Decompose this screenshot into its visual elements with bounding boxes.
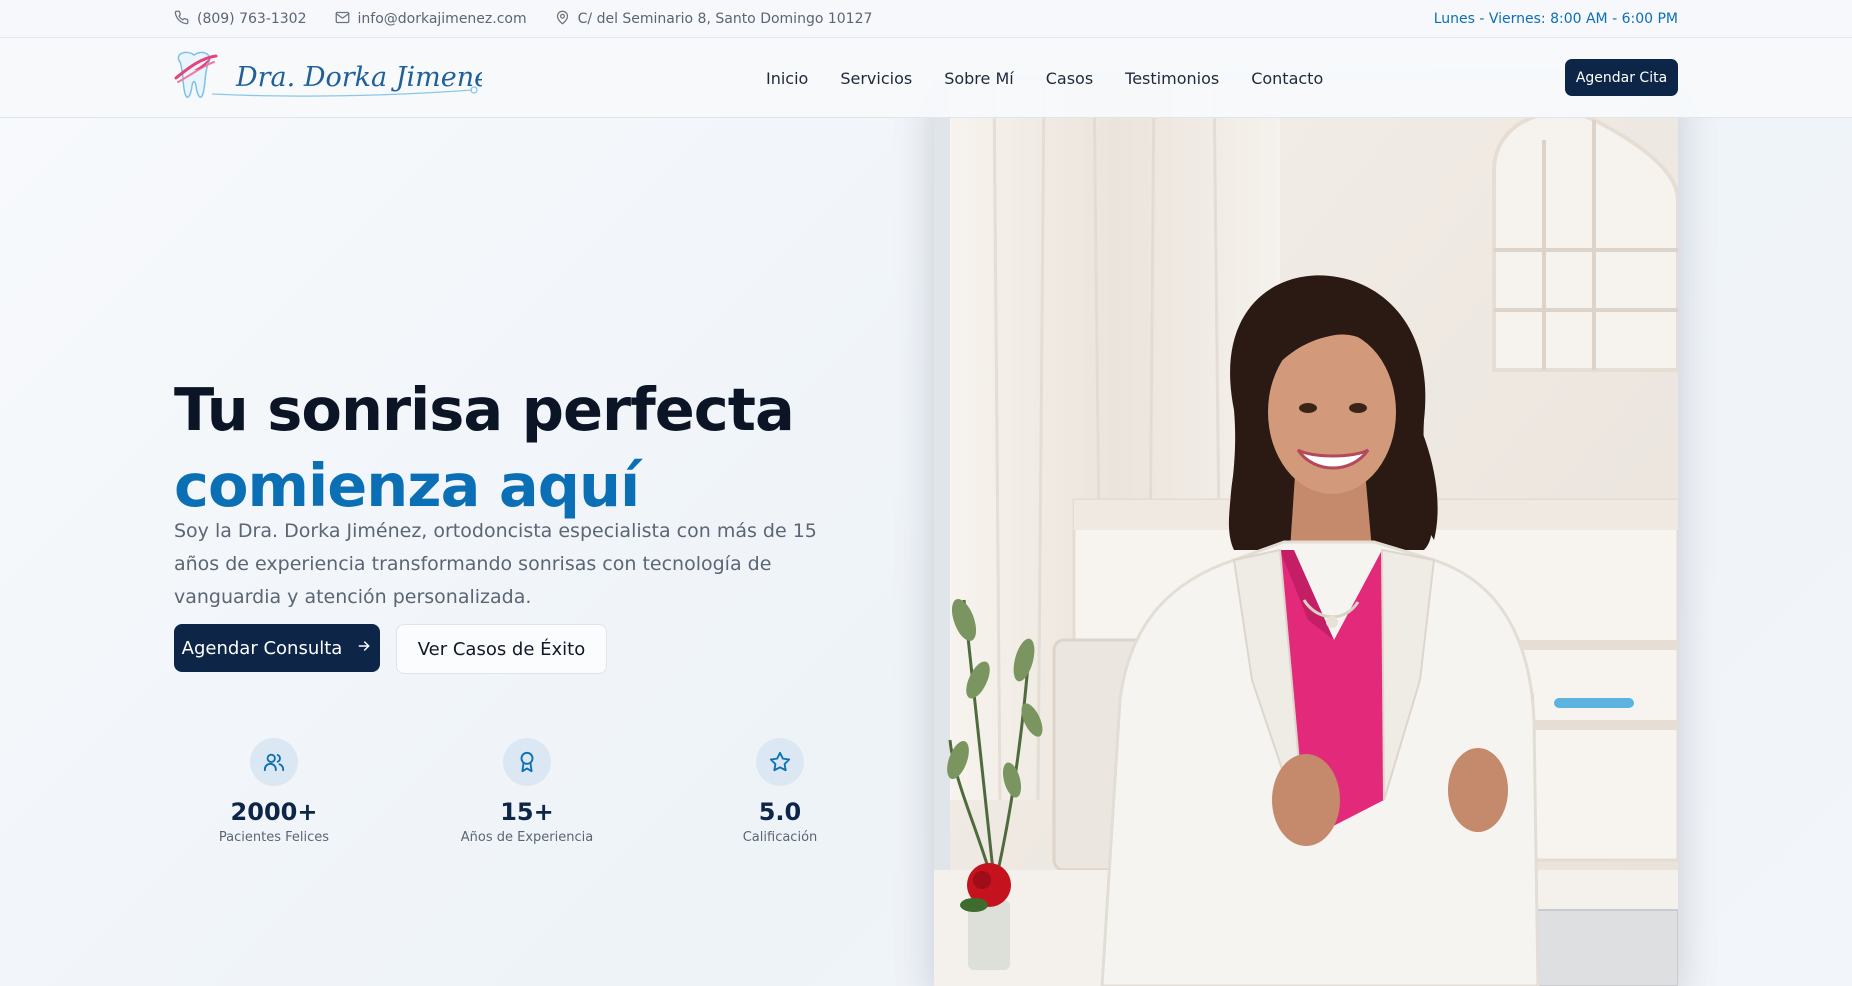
svg-text:Dra. Dorka Jimenez: Dra. Dorka Jimenez xyxy=(235,62,482,93)
stat-label: Pacientes Felices xyxy=(218,830,330,845)
nav-inicio[interactable]: Inicio xyxy=(766,69,808,88)
email-text: info@dorkajimenez.com xyxy=(357,11,527,27)
page: (809) 763-1302 info@dorkajimenez.com C/ … xyxy=(0,0,1852,986)
stat-label: Años de Experiencia xyxy=(460,830,594,845)
doctor-portrait xyxy=(934,80,1678,986)
main-header: Dra. Dorka Jimenez Inicio Servicios Sobr… xyxy=(0,38,1852,118)
stats-row: 2000+ Pacientes Felices 15+ Años de Expe… xyxy=(174,738,834,848)
tooth-logo-icon: Dra. Dorka Jimenez xyxy=(174,51,505,98)
address-text: C/ del Seminario 8, Santo Domingo 10127 xyxy=(577,11,873,27)
top-info-bar: (809) 763-1302 info@dorkajimenez.com C/ … xyxy=(0,0,1852,38)
hero-title-line2: comienza aquí xyxy=(174,450,640,520)
star-icon xyxy=(756,738,804,786)
agendar-cita-button[interactable]: Agendar Cita xyxy=(1565,59,1678,96)
hero-title: Tu sonrisa perfecta comienza aquí xyxy=(174,372,795,524)
stat-calificacion: 5.0 Calificación xyxy=(680,738,880,845)
stat-pacientes: 2000+ Pacientes Felices xyxy=(174,738,374,845)
users-icon xyxy=(250,738,298,786)
hero-title-line1: Tu sonrisa perfecta xyxy=(174,374,795,444)
stat-value: 15+ xyxy=(500,798,554,826)
stat-value: 2000+ xyxy=(230,798,318,826)
nav-contacto[interactable]: Contacto xyxy=(1251,69,1323,88)
stat-label: Calificación xyxy=(742,830,818,845)
award-icon xyxy=(503,738,551,786)
mail-icon xyxy=(335,10,350,29)
contact-info: (809) 763-1302 info@dorkajimenez.com C/ … xyxy=(174,10,872,29)
nav-sobre-mi[interactable]: Sobre Mí xyxy=(944,69,1014,88)
portrait-illustration xyxy=(934,80,1678,986)
stat-value: 5.0 xyxy=(758,798,802,826)
phone-icon xyxy=(174,10,189,29)
stat-experiencia: 15+ Años de Experiencia xyxy=(427,738,627,845)
email-info[interactable]: info@dorkajimenez.com xyxy=(335,10,527,29)
logo[interactable]: Dra. Dorka Jimenez xyxy=(172,50,505,104)
address-info: C/ del Seminario 8, Santo Domingo 10127 xyxy=(555,10,873,29)
phone-info[interactable]: (809) 763-1302 xyxy=(174,10,307,29)
agendar-consulta-button[interactable]: Agendar Consulta xyxy=(174,624,380,672)
phone-text: (809) 763-1302 xyxy=(197,11,307,27)
ver-casos-button[interactable]: Ver Casos de Éxito xyxy=(396,624,607,674)
main-nav: Inicio Servicios Sobre Mí Casos Testimon… xyxy=(766,38,1323,118)
nav-testimonios[interactable]: Testimonios xyxy=(1125,69,1219,88)
nav-casos[interactable]: Casos xyxy=(1046,69,1093,88)
top-info-bar-inner: (809) 763-1302 info@dorkajimenez.com C/ … xyxy=(174,0,1678,38)
arrow-right-icon xyxy=(356,638,372,659)
business-hours: Lunes - Viernes: 8:00 AM - 6:00 PM xyxy=(1433,11,1678,27)
map-pin-icon xyxy=(555,10,570,29)
hero-description: Soy la Dra. Dorka Jiménez, ortodoncista … xyxy=(174,520,817,608)
agendar-consulta-label: Agendar Consulta xyxy=(181,637,343,659)
nav-servicios[interactable]: Servicios xyxy=(840,69,912,88)
